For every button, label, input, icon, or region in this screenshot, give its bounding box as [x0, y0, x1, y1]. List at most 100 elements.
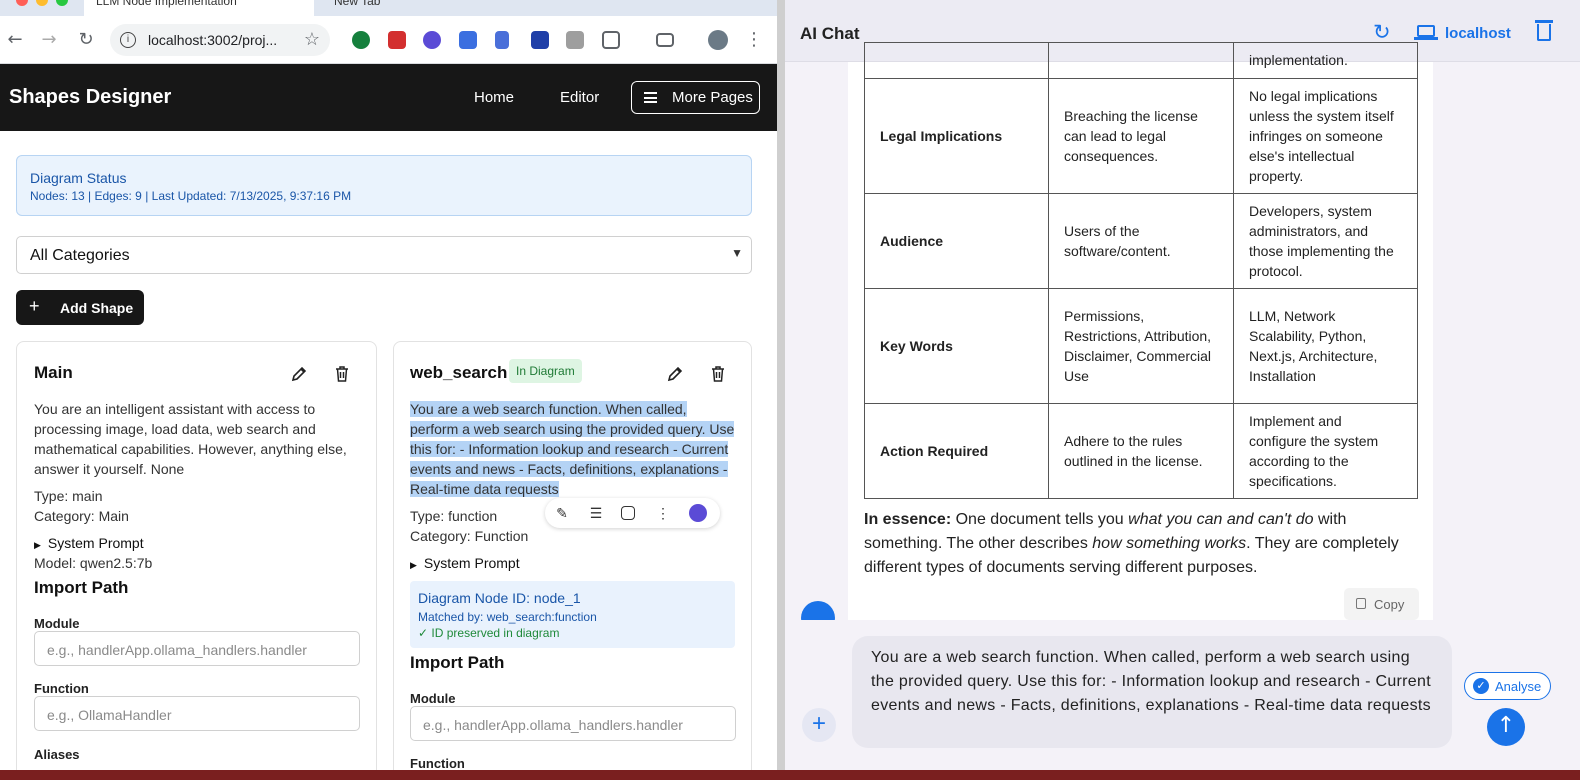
table-cell-key: Audience [864, 193, 1049, 289]
tab-label: New Tab [334, 0, 381, 8]
plus-icon: + [29, 296, 40, 316]
assistant-bot-icon[interactable] [689, 504, 707, 522]
tab-new-tab[interactable]: New Tab [322, 0, 522, 16]
chat-input[interactable]: You are a web search function. When call… [852, 636, 1452, 748]
table-cell-key: Action Required [864, 403, 1049, 499]
desktop-bottom-edge [0, 770, 1580, 780]
browser-toolbar: ← → ↻ i localhost:3002/proj... ☆ ⋮ [0, 16, 777, 64]
add-shape-button[interactable]: + Add Shape [16, 290, 144, 325]
diagram-node-info: Diagram Node ID: node_1 Matched by: web_… [410, 581, 735, 648]
card-description: You are a web search function. When call… [410, 399, 735, 499]
url-text: localhost:3002/proj... [148, 32, 278, 48]
nav-home-link[interactable]: Home [474, 89, 514, 106]
table-cell [864, 42, 1049, 79]
forward-icon[interactable]: → [37, 28, 61, 52]
table-cell: No legal implications unless the system … [1233, 78, 1418, 194]
disclosure-triangle-icon: ▶ [410, 560, 417, 570]
table-cell: Adhere to the rules outlined in the lice… [1048, 403, 1234, 499]
cast-icon[interactable] [656, 33, 674, 47]
app-brand[interactable]: Shapes Designer [9, 86, 171, 109]
edit-pencil-icon[interactable] [665, 364, 685, 384]
comparison-table: implementation. Legal Implications Breac… [864, 42, 1418, 499]
module-input[interactable]: e.g., handlerApp.ollama_handlers.handler [410, 706, 736, 741]
essence-text: One document tells you [951, 511, 1129, 528]
clear-chat-trash-icon[interactable] [1535, 20, 1553, 41]
system-prompt-label: System Prompt [423, 555, 520, 571]
diagram-node-id: Diagram Node ID: node_1 [418, 590, 581, 606]
table-cell: Developers, system administrators, and t… [1233, 193, 1418, 289]
table-cell [1048, 42, 1234, 79]
import-path-heading: Import Path [410, 653, 505, 672]
table-cell: Permissions, Restrictions, Attribution, … [1048, 288, 1234, 404]
extension-gray-icon[interactable] [566, 31, 584, 49]
extension-pulse-icon[interactable] [531, 31, 549, 49]
more-pages-button[interactable]: More Pages [631, 81, 760, 114]
site-info-icon[interactable]: i [120, 32, 136, 48]
back-icon[interactable]: ← [3, 28, 27, 52]
bookmark-star-icon[interactable]: ☆ [304, 29, 320, 50]
extension-chart-icon[interactable] [495, 31, 509, 49]
minimize-window-button[interactable] [36, 0, 48, 6]
address-bar[interactable]: i localhost:3002/proj... ☆ [110, 24, 330, 56]
grammarly-extension-icon[interactable] [352, 31, 370, 49]
delete-trash-icon[interactable] [332, 364, 352, 384]
close-window-button[interactable] [16, 0, 28, 6]
copy-icon [1356, 598, 1366, 609]
table-cell: Breaching the license can lead to legal … [1048, 78, 1234, 194]
host-label[interactable]: localhost [1445, 25, 1511, 42]
table-row: Action Required Adhere to the rules outl… [864, 403, 1418, 499]
copy-button[interactable]: Copy [1344, 588, 1419, 620]
tab-llm-node[interactable]: LLM Node Implementation [84, 0, 314, 16]
more-pages-label: More Pages [672, 89, 753, 106]
function-placeholder: e.g., OllamaHandler [47, 707, 172, 723]
table-cell: implementation. [1233, 42, 1418, 79]
table-cell: LLM, Network Scalability, Python, Next.j… [1233, 288, 1418, 404]
card-model: Model: qwen2.5:7b [34, 555, 153, 571]
system-prompt-toggle[interactable]: ▶ System Prompt [34, 535, 144, 551]
table-row: Audience Users of the software/content. … [864, 193, 1418, 289]
table-row: Key Words Permissions, Restrictions, Att… [864, 288, 1418, 404]
selection-toolbar: ✎ ☰ ⋮ [545, 498, 720, 528]
card-type: Type: main [34, 488, 103, 504]
essence-emphasis: what you can and can't do [1128, 511, 1314, 528]
extension-blue-icon[interactable] [459, 31, 477, 49]
delete-trash-icon[interactable] [708, 364, 728, 384]
edit-pencil-icon[interactable] [289, 364, 309, 384]
analyse-toggle[interactable]: ✓ Analyse [1464, 672, 1551, 700]
essence-emphasis: how something works [1092, 535, 1247, 552]
disclosure-triangle-icon: ▶ [34, 540, 41, 550]
reload-icon[interactable]: ↻ [74, 28, 98, 52]
category-select[interactable]: All Categories ▼ [16, 236, 752, 274]
chat-title: AI Chat [800, 24, 860, 43]
copy-label: Copy [1374, 597, 1405, 612]
function-input[interactable]: e.g., OllamaHandler [34, 696, 360, 731]
shape-card-main: Main You are an intelligent assistant wi… [16, 341, 377, 770]
lines-icon[interactable]: ☰ [587, 504, 605, 522]
id-preserved: ✓ ID preserved in diagram [418, 626, 560, 640]
module-input[interactable]: e.g., handlerApp.ollama_handlers.handler [34, 631, 360, 666]
profile-avatar[interactable] [708, 30, 728, 50]
table-row: implementation. [864, 42, 1418, 79]
extensions-puzzle-icon[interactable] [602, 31, 620, 49]
nav-editor-link[interactable]: Editor [560, 89, 599, 106]
shape-card-web-search: web_search In Diagram You are a web sear… [393, 341, 752, 770]
extension-purple-icon[interactable] [423, 31, 441, 49]
more-vertical-icon[interactable]: ⋮ [654, 504, 672, 522]
highlighter-icon[interactable]: ✎ [553, 504, 571, 522]
chevron-down-icon: ▼ [731, 246, 743, 260]
extension-red-icon[interactable] [388, 31, 406, 49]
note-icon[interactable] [621, 506, 635, 520]
maximize-window-button[interactable] [56, 0, 68, 6]
system-prompt-toggle[interactable]: ▶ System Prompt [410, 555, 520, 571]
attach-plus-button[interactable]: + [802, 708, 836, 742]
chat-composer: + You are a web search function. When ca… [785, 620, 1580, 770]
send-button[interactable]: ↑ [1487, 708, 1525, 746]
menu-icon [644, 92, 657, 103]
card-description: You are an intelligent assistant with ac… [34, 401, 347, 477]
selected-text: You are a web search function. When call… [410, 401, 735, 497]
chat-input-text: You are a web search function. When call… [871, 649, 1431, 714]
refresh-icon[interactable]: ↻ [1373, 20, 1391, 44]
browser-menu-icon[interactable]: ⋮ [742, 28, 766, 52]
module-placeholder: e.g., handlerApp.ollama_handlers.handler [47, 642, 307, 658]
add-shape-label: Add Shape [60, 300, 134, 316]
